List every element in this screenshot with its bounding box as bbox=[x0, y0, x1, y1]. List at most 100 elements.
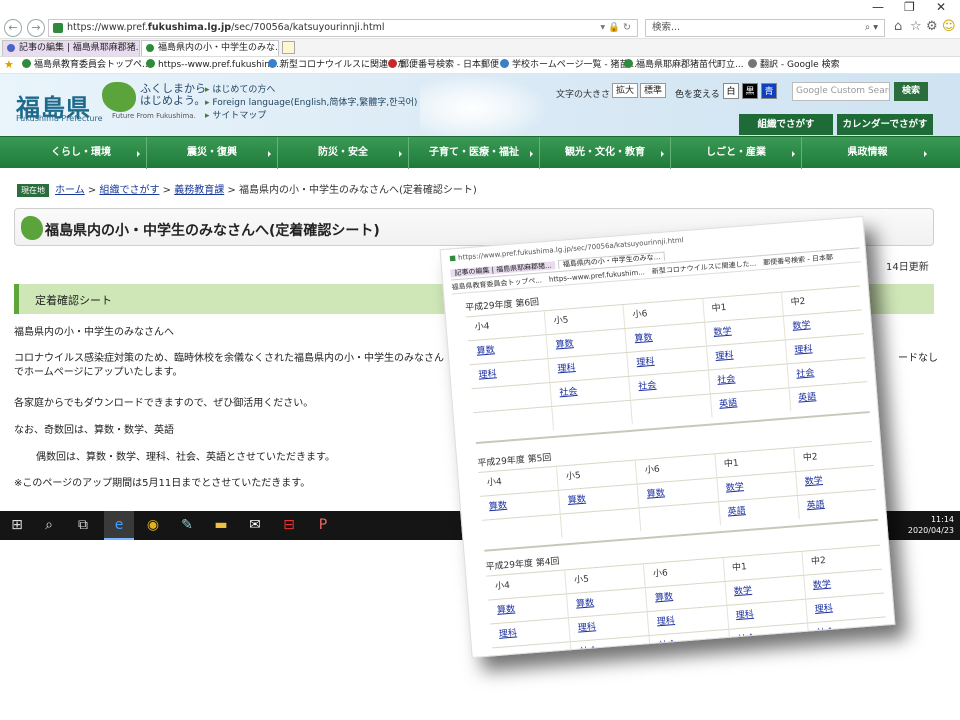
breadcrumb-edu-link[interactable]: 義務教育課 bbox=[174, 185, 224, 196]
subject-link[interactable]: 社会 bbox=[796, 368, 815, 379]
search-icon[interactable]: ⌕ bbox=[34, 511, 64, 540]
windows-start-icon[interactable]: ⊞ bbox=[2, 511, 32, 540]
favorites-star-icon[interactable]: ★ bbox=[4, 57, 14, 73]
enlarge-text-button[interactable]: 拡大 bbox=[612, 83, 639, 98]
subject-link[interactable]: 理科 bbox=[499, 628, 518, 639]
nav-item-industry[interactable]: しごと・産業 bbox=[671, 137, 802, 169]
subject-link[interactable]: 理科 bbox=[657, 616, 676, 627]
subject-link[interactable]: 数学 bbox=[725, 482, 744, 493]
fav-item-2[interactable]: https--www.pref.fukushim... bbox=[146, 57, 282, 73]
forward-button[interactable]: → bbox=[27, 19, 45, 37]
standard-text-button[interactable]: 標準 bbox=[640, 83, 667, 98]
subject-link[interactable]: 理科 bbox=[814, 604, 833, 615]
subject-link[interactable]: 理科 bbox=[478, 369, 497, 380]
nav-item-recovery[interactable]: 震災・復興 bbox=[147, 137, 278, 169]
subject-link[interactable]: 理科 bbox=[794, 344, 813, 355]
subject-link[interactable]: 算数 bbox=[497, 605, 516, 616]
sitemap-link[interactable]: サイトマップ bbox=[205, 110, 417, 123]
subject-link[interactable]: 理科 bbox=[578, 622, 597, 633]
fav-label: 翻訳 - Google 検索 bbox=[760, 60, 840, 70]
breadcrumb-home-link[interactable]: ホーム bbox=[55, 185, 85, 196]
search-by-org-button[interactable]: 組織でさがす bbox=[739, 114, 833, 135]
fav-item-1[interactable]: 福島県教育委員会トップペ... bbox=[22, 57, 151, 73]
fav-icon bbox=[146, 59, 155, 68]
subject-link[interactable]: 数学 bbox=[734, 586, 753, 597]
paint-icon[interactable]: ✎ bbox=[172, 511, 202, 540]
tab-label: 福島県内の小・中学生のみな... bbox=[158, 43, 279, 53]
subject-link[interactable]: 社会 bbox=[717, 375, 736, 386]
color-blue-button[interactable]: 青 bbox=[761, 83, 777, 99]
paragraph-intro-tail: ードなし bbox=[898, 353, 938, 364]
minimize-icon[interactable]: — bbox=[872, 0, 884, 14]
subject-link[interactable]: 英語 bbox=[727, 506, 746, 517]
site-search-input[interactable]: Google Custom Search bbox=[792, 82, 890, 101]
new-tab-button[interactable] bbox=[282, 41, 295, 54]
subject-link[interactable]: 算数 bbox=[476, 345, 495, 356]
page-title: 福島県内の小・中学生のみなさんへ(定着確認シート) bbox=[45, 223, 380, 239]
nav-item-safety[interactable]: 防災・安全 bbox=[278, 137, 409, 169]
powerpoint-icon[interactable]: P bbox=[308, 511, 338, 540]
subject-link[interactable]: 社会 bbox=[816, 628, 835, 639]
subject-link[interactable]: 理科 bbox=[735, 610, 754, 621]
subject-link[interactable]: 算数 bbox=[655, 592, 674, 603]
subject-link[interactable]: 英語 bbox=[719, 398, 738, 409]
search-by-calendar-button[interactable]: カレンダーでさがす bbox=[837, 114, 933, 135]
breadcrumb-org-link[interactable]: 組織でさがす bbox=[99, 185, 159, 196]
subject-link[interactable]: 算数 bbox=[576, 598, 595, 609]
subject-link[interactable]: 算数 bbox=[555, 339, 574, 350]
url-field[interactable]: https://www.pref.fukushima.lg.jp/sec/700… bbox=[48, 19, 638, 37]
fav-icon bbox=[22, 59, 31, 68]
subject-link[interactable]: 数学 bbox=[713, 327, 732, 338]
subject-link[interactable]: 数学 bbox=[813, 580, 832, 591]
subject-link[interactable]: 理科 bbox=[636, 357, 655, 368]
gear-icon[interactable]: ⚙ bbox=[926, 19, 938, 34]
subject-link[interactable]: 社会 bbox=[638, 381, 657, 392]
subject-link[interactable]: 社会 bbox=[658, 640, 677, 651]
foreign-language-link[interactable]: Foreign language(English,简体字,繁體字,한국어) bbox=[205, 97, 417, 110]
task-view-icon[interactable]: ⧉ bbox=[68, 511, 98, 540]
subject-link[interactable]: 数学 bbox=[804, 476, 823, 487]
color-white-button[interactable]: 白 bbox=[723, 83, 739, 99]
subject-link[interactable]: 算数 bbox=[568, 495, 587, 506]
subject-link[interactable]: 数学 bbox=[792, 320, 811, 331]
nav-item-welfare[interactable]: 子育て・医療・福祉 bbox=[409, 137, 540, 169]
first-visit-link[interactable]: はじめての方へ bbox=[205, 84, 417, 97]
subject-link[interactable]: 算数 bbox=[489, 501, 508, 512]
nav-item-living[interactable]: くらし・環境 bbox=[16, 137, 147, 169]
subject-link[interactable]: 社会 bbox=[559, 387, 578, 398]
smiley-icon[interactable]: ☺ bbox=[942, 19, 956, 34]
mail-icon[interactable]: ✉ bbox=[240, 511, 270, 540]
favorites-star-icon[interactable]: ☆ bbox=[910, 19, 922, 34]
home-icon[interactable]: ⌂ bbox=[894, 19, 902, 34]
subject-link[interactable]: 社会 bbox=[737, 634, 756, 645]
color-black-button[interactable]: 黒 bbox=[742, 83, 758, 99]
chrome-icon[interactable]: ◉ bbox=[138, 511, 168, 540]
fav-item-4[interactable]: 郵便番号検索 - 日本郵便 bbox=[388, 57, 499, 73]
fav-item-7[interactable]: 翻訳 - Google 検索 bbox=[748, 57, 840, 73]
internet-explorer-icon[interactable]: e bbox=[104, 511, 134, 540]
subject-link[interactable]: 英語 bbox=[798, 392, 817, 403]
subject-link[interactable]: 理科 bbox=[715, 351, 734, 362]
subject-link[interactable]: 算数 bbox=[634, 333, 653, 344]
subject-link[interactable]: 英語 bbox=[806, 500, 825, 511]
app-icon[interactable]: ⊟ bbox=[274, 511, 304, 540]
table-cell: 社会 bbox=[648, 629, 730, 659]
nav-item-education[interactable]: 観光・文化・教育 bbox=[540, 137, 671, 169]
subject-link[interactable]: 算数 bbox=[646, 488, 665, 499]
file-explorer-icon[interactable]: ▬ bbox=[206, 511, 236, 540]
subject-link[interactable]: 理科 bbox=[557, 363, 576, 374]
back-button[interactable]: ← bbox=[4, 19, 22, 37]
prefecture-map-icon bbox=[21, 216, 43, 240]
site-search-button[interactable]: 検索 bbox=[894, 82, 928, 101]
search-icon[interactable]: ⌕ ▾ bbox=[865, 20, 878, 36]
tab-current-page[interactable]: 福島県内の小・中学生のみな... bbox=[141, 40, 279, 56]
fav-item-5[interactable]: 学校ホームページ一覧 - 猪苗... bbox=[500, 57, 637, 73]
browser-search-field[interactable]: 検索... ⌕ ▾ bbox=[645, 19, 885, 37]
subject-link[interactable]: 社会 bbox=[579, 646, 598, 657]
nav-item-government[interactable]: 県政情報 bbox=[802, 137, 933, 169]
close-icon[interactable]: ✕ bbox=[936, 0, 946, 14]
restore-icon[interactable]: ❐ bbox=[904, 0, 915, 14]
taskbar-clock[interactable]: 11:14 2020/04/23 bbox=[898, 514, 954, 536]
tab-edit-article[interactable]: 記事の編集 | 福島県耶麻郡猪... bbox=[2, 40, 140, 56]
fav-item-6[interactable]: 福島県耶麻郡猪苗代町立... bbox=[624, 57, 744, 73]
